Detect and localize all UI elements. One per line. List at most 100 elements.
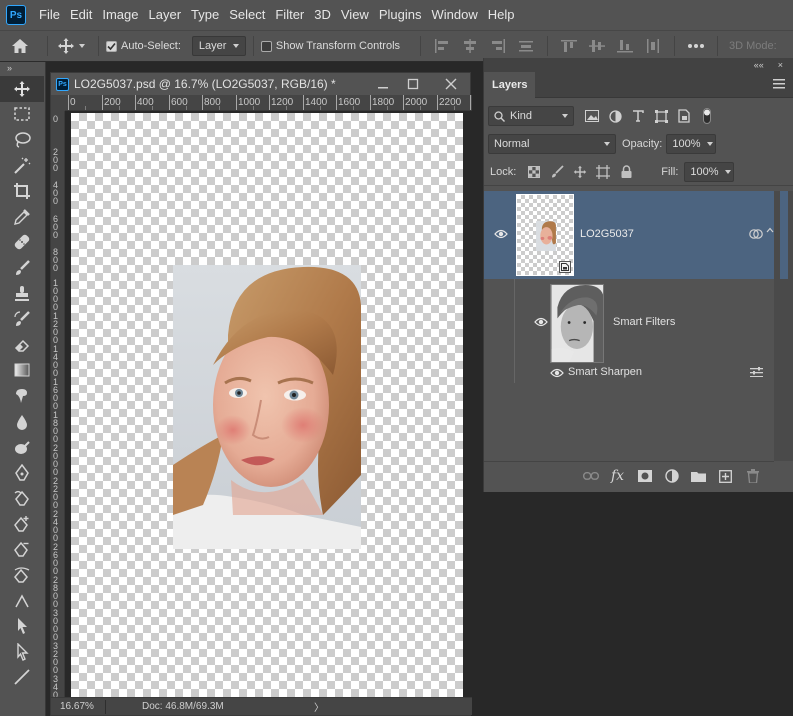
portrait-image[interactable] [173,265,361,549]
link-layers-icon[interactable] [577,471,604,481]
distribute-horizontal-icon[interactable] [642,39,664,53]
align-bottom-edges-icon[interactable] [614,39,636,53]
filter-toggle-icon[interactable] [699,108,715,124]
ruler-origin[interactable] [51,95,65,111]
pen-tool-icon[interactable] [0,460,44,486]
tools-collapse-toggle[interactable]: » [0,62,45,76]
move-tool-preset-icon[interactable] [55,32,77,60]
fill-input[interactable]: 100% [684,161,735,182]
auto-select-target-dropdown[interactable]: Layer [191,36,246,56]
status-menu-arrow[interactable]: 〉 [314,699,324,714]
transparent-canvas[interactable] [71,113,463,699]
lasso-tool-icon[interactable] [0,127,44,153]
move-tool-icon[interactable] [0,76,44,102]
menu-layer[interactable]: Layer [144,0,187,30]
menu-3d[interactable]: 3D [309,0,336,30]
vertical-ruler[interactable]: 0 200 400 600 800 1000 1200 1400 1600 18… [51,111,65,699]
filter-blending-options-icon[interactable] [750,367,763,377]
delete-layer-trash-icon[interactable] [739,469,766,483]
canvas-area[interactable] [65,111,472,699]
gradient-tool-icon[interactable] [0,358,44,384]
smart-sharpen-label[interactable]: Smart Sharpen [568,366,642,378]
smart-filter-indicator-icon[interactable] [749,228,763,240]
minimize-icon[interactable] [373,75,393,93]
curvature-pen-tool-icon[interactable] [0,562,44,588]
zoom-level[interactable]: 16.67% [51,701,105,712]
freeform-pen-tool-icon[interactable] [0,486,44,512]
path-selection-tool-icon[interactable] [0,613,44,639]
menu-view[interactable]: View [336,0,374,30]
opacity-input[interactable]: 100% [666,134,717,154]
smart-filters-visibility-eye-icon[interactable] [534,317,548,327]
shape-filter-icon[interactable] [653,109,669,123]
tool-preset-chevron-down-icon[interactable] [79,44,85,48]
layers-scrollbar[interactable] [774,191,793,461]
lock-all-icon[interactable] [618,165,634,178]
align-top-edges-icon[interactable] [558,39,580,53]
align-right-edges-icon[interactable] [487,39,509,53]
history-brush-tool-icon[interactable] [0,306,44,332]
home-icon[interactable] [0,32,40,60]
eraser-tool-icon[interactable] [0,332,44,358]
align-left-edges-icon[interactable] [431,39,453,53]
image-filter-icon[interactable] [584,110,600,122]
line-tool-icon[interactable] [0,665,44,691]
close-panels-icon[interactable]: × [778,60,783,70]
convert-point-tool-icon[interactable] [0,588,44,614]
tab-layers[interactable]: Layers [484,71,536,98]
delete-anchor-point-tool-icon[interactable] [0,537,44,563]
menu-image[interactable]: Image [97,0,143,30]
dodge-tool-icon[interactable] [0,409,44,435]
close-icon[interactable] [441,75,461,93]
smudge-tool-icon[interactable] [0,434,44,460]
more-options-icon[interactable] [685,43,707,49]
lock-position-icon[interactable] [572,165,588,179]
menu-help[interactable]: Help [483,0,520,30]
horizontal-ruler[interactable]: 0 200 400 600 800 1000 1200 1400 1600 18… [65,95,472,111]
lock-artboard-icon[interactable] [595,164,611,179]
collapse-effects-chevron-up-icon[interactable] [766,227,774,233]
new-adjustment-layer-icon[interactable] [658,469,685,483]
smart-filters-mask-thumbnail[interactable] [550,284,604,363]
layer-visibility-eye-icon[interactable] [494,229,508,239]
healing-brush-tool-icon[interactable] [0,230,44,256]
brush-tool-icon[interactable] [0,255,44,281]
menu-edit[interactable]: Edit [65,0,97,30]
add-mask-icon[interactable] [631,470,658,482]
crop-tool-icon[interactable] [0,178,44,204]
auto-select-checkbox[interactable] [106,40,117,52]
layer-name[interactable]: LO2G5037 [580,228,634,240]
panel-menu-icon[interactable] [773,79,785,89]
distribute-vertical-icon[interactable] [515,39,537,53]
marquee-tool-icon[interactable] [0,102,44,128]
collapse-panels-icon[interactable]: «« [754,60,764,70]
blend-mode-dropdown[interactable]: Normal [488,134,616,154]
new-group-folder-icon[interactable] [685,470,712,482]
add-anchor-point-tool-icon[interactable] [0,511,44,537]
menu-select[interactable]: Select [224,0,270,30]
smart-object-filter-icon[interactable] [676,109,692,123]
magic-wand-tool-icon[interactable] [0,153,44,179]
lock-transparent-pixels-icon[interactable] [526,165,542,178]
clone-stamp-tool-icon[interactable] [0,281,44,307]
layer-style-fx-icon[interactable]: fx [604,468,631,484]
smart-sharpen-visibility-eye-icon[interactable] [550,368,564,378]
menu-window[interactable]: Window [426,0,482,30]
eyedropper-tool-icon[interactable] [0,204,44,230]
menu-type[interactable]: Type [186,0,224,30]
layer-row-selected[interactable]: LO2G5037 [484,191,774,279]
smart-filters-label[interactable]: Smart Filters [613,316,675,328]
lock-image-pixels-icon[interactable] [549,165,565,178]
maximize-icon[interactable] [403,75,423,93]
align-vertical-centers-icon[interactable] [586,39,608,53]
type-filter-icon[interactable] [630,110,646,122]
menu-plugins[interactable]: Plugins [374,0,427,30]
menu-file[interactable]: File [34,0,65,30]
filter-kind-dropdown[interactable]: Kind [488,106,574,126]
blur-tool-icon[interactable] [0,383,44,409]
align-horizontal-centers-icon[interactable] [459,39,481,53]
show-transform-controls-checkbox[interactable] [260,40,272,52]
layers-scrollbar-thumb[interactable] [780,191,788,279]
direct-selection-tool-icon[interactable] [0,639,44,665]
adjustment-filter-icon[interactable] [607,109,623,123]
